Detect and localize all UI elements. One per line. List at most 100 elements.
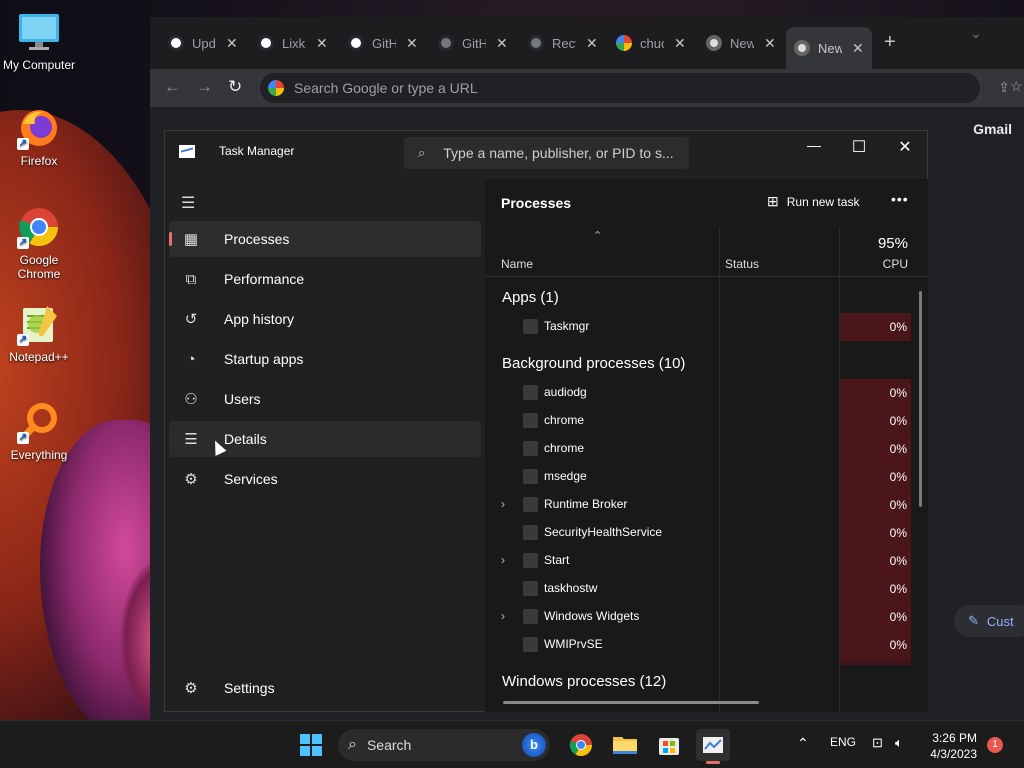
process-cpu: 0% [840, 519, 911, 547]
nav-item-users[interactable]: ⚇ Users [169, 381, 481, 417]
close-icon[interactable]: ✕ [586, 35, 598, 52]
desktop-icon-firefox[interactable]: ↗ Firefox [1, 106, 77, 168]
share-icon[interactable]: ⇪ [998, 79, 1010, 96]
taskbar-task-manager[interactable] [696, 729, 730, 764]
network-icon[interactable]: ⊡ [872, 735, 883, 751]
browser-tab[interactable]: Rect ✕ [520, 27, 606, 59]
nav-item-startup-apps[interactable]: ◔ Startup apps [169, 341, 481, 377]
process-row[interactable]: › Windows Widgets 0% [485, 603, 911, 631]
chrome-icon: ↗ [17, 205, 61, 249]
process-row[interactable]: msedge 0% [485, 463, 911, 491]
process-row[interactable]: › Runtime Broker 0% [485, 491, 911, 519]
process-row[interactable]: › Start 0% [485, 547, 911, 575]
back-icon[interactable]: ← [164, 77, 181, 97]
forward-icon[interactable]: → [196, 77, 213, 97]
maximize-button[interactable]: ☐ [844, 137, 874, 157]
search-label: Search [366, 737, 412, 753]
chevron-right-icon[interactable]: › [501, 609, 505, 623]
nav-item-processes[interactable]: ▦ Processes [169, 221, 481, 257]
minimize-button[interactable]: — [799, 137, 829, 153]
nav-label: App history [224, 311, 295, 327]
omnibox[interactable]: Search Google or type a URL ⇪ [260, 73, 1010, 103]
reload-icon[interactable]: ↻ [228, 77, 242, 97]
hamburger-menu-icon[interactable]: ☰ [181, 193, 195, 213]
volume-icon[interactable]: 🔈︎ [895, 735, 903, 751]
browser-tab[interactable]: New ✕ [698, 27, 784, 59]
browser-tab[interactable]: GitH ✕ [430, 27, 516, 59]
tab-title: chuc [640, 35, 664, 51]
notepadpp-icon: ↗ [17, 302, 61, 346]
taskbar-search[interactable]: ⌕ Search b [338, 729, 550, 761]
taskbar-microsoft-store[interactable] [652, 729, 686, 761]
star-icon[interactable]: ☆ [1010, 78, 1023, 95]
process-row[interactable]: chrome 0% [485, 407, 911, 435]
process-icon [523, 441, 538, 456]
browser-tab-active[interactable]: New ✕ [786, 27, 872, 69]
clock[interactable]: 3:26 PM 4/3/2023 [930, 730, 977, 762]
close-icon[interactable]: ✕ [226, 35, 238, 52]
process-row[interactable]: Taskmgr 0% [485, 313, 911, 341]
process-cpu: 0% [840, 575, 911, 603]
browser-tab[interactable]: Lixk ✕ [250, 27, 336, 59]
process-row[interactable]: audiodg 0% [485, 379, 911, 407]
task-manager-icon [179, 144, 195, 158]
process-row[interactable]: SecurityHealthService 0% [485, 519, 911, 547]
desktop-icon-chrome[interactable]: ↗ Google Chrome [1, 205, 77, 281]
column-status[interactable]: Status [725, 257, 759, 271]
desktop-icon-label: Notepad++ [9, 350, 69, 364]
notification-badge[interactable]: 1 [987, 737, 1003, 753]
browser-tab[interactable]: chuc ✕ [608, 27, 694, 59]
tab-search-icon[interactable]: ⌄ [970, 25, 982, 42]
desktop-icon-my-computer[interactable]: My Computer [1, 10, 77, 72]
vertical-scrollbar[interactable] [919, 291, 922, 507]
close-icon[interactable]: ✕ [674, 35, 686, 52]
process-name: Taskmgr [544, 319, 590, 333]
process-name: taskhostw [544, 581, 598, 595]
close-icon[interactable]: ✕ [764, 35, 776, 52]
sort-ascending-icon[interactable]: ⌃ [593, 229, 602, 242]
new-tab-button[interactable]: + [884, 31, 896, 54]
process-row[interactable]: chrome 0% [485, 435, 911, 463]
desktop-icon-everything[interactable]: ↗ Everything [1, 400, 77, 462]
chevron-right-icon[interactable]: › [501, 497, 505, 511]
more-options-icon[interactable]: ••• [891, 191, 909, 207]
nav-item-app-history[interactable]: ↺ App history [169, 301, 481, 337]
horizontal-scrollbar[interactable] [503, 701, 759, 704]
nav-label: Processes [224, 231, 290, 247]
customize-chrome-button[interactable]: ✎ Cust [954, 605, 1024, 637]
process-cpu: 0% [840, 435, 911, 463]
tab-title: Upd [192, 35, 216, 51]
process-icon [523, 497, 538, 512]
task-manager-window: Task Manager ⌕ Type a name, publisher, o… [164, 130, 928, 712]
nav-item-settings[interactable]: ⚙ Settings [169, 670, 481, 706]
run-new-task-button[interactable]: ⊞ Run new task [767, 193, 859, 210]
close-icon[interactable]: ✕ [496, 35, 508, 52]
tab-title: GitH [462, 35, 486, 51]
taskbar-file-explorer[interactable] [608, 729, 642, 761]
chevron-up-icon[interactable]: ⌃ [797, 735, 809, 752]
group-background: Background processes (10) [502, 355, 686, 372]
chevron-right-icon[interactable]: › [501, 553, 505, 567]
column-cpu[interactable]: CPU [883, 257, 908, 271]
bing-icon[interactable]: b [522, 733, 546, 757]
taskbar-chrome[interactable] [564, 729, 598, 761]
close-icon[interactable]: ✕ [406, 35, 418, 52]
process-icon [523, 553, 538, 568]
process-row[interactable]: WMIPrvSE 0% [485, 631, 911, 659]
process-search-input[interactable]: ⌕ Type a name, publisher, or PID to s... [404, 137, 689, 169]
close-icon[interactable]: ✕ [316, 35, 328, 52]
gmail-link[interactable]: Gmail [973, 121, 1012, 137]
close-button[interactable]: ✕ [890, 137, 920, 157]
active-app-indicator [706, 761, 720, 764]
close-icon[interactable]: ✕ [852, 40, 864, 57]
desktop-icon-notepadpp[interactable]: ↗ Notepad++ [1, 302, 77, 364]
nav-item-performance[interactable]: ⧉ Performance [169, 261, 481, 297]
language-indicator[interactable]: ENG [830, 735, 856, 749]
process-name: msedge [544, 469, 587, 483]
start-button[interactable] [300, 734, 322, 756]
column-name[interactable]: Name [501, 257, 533, 271]
browser-tab[interactable]: GitH ✕ [340, 27, 426, 59]
nav-item-services[interactable]: ⚙ Services [169, 461, 481, 497]
process-row[interactable]: taskhostw 0% [485, 575, 911, 603]
browser-tab[interactable]: Upd ✕ [160, 27, 246, 59]
